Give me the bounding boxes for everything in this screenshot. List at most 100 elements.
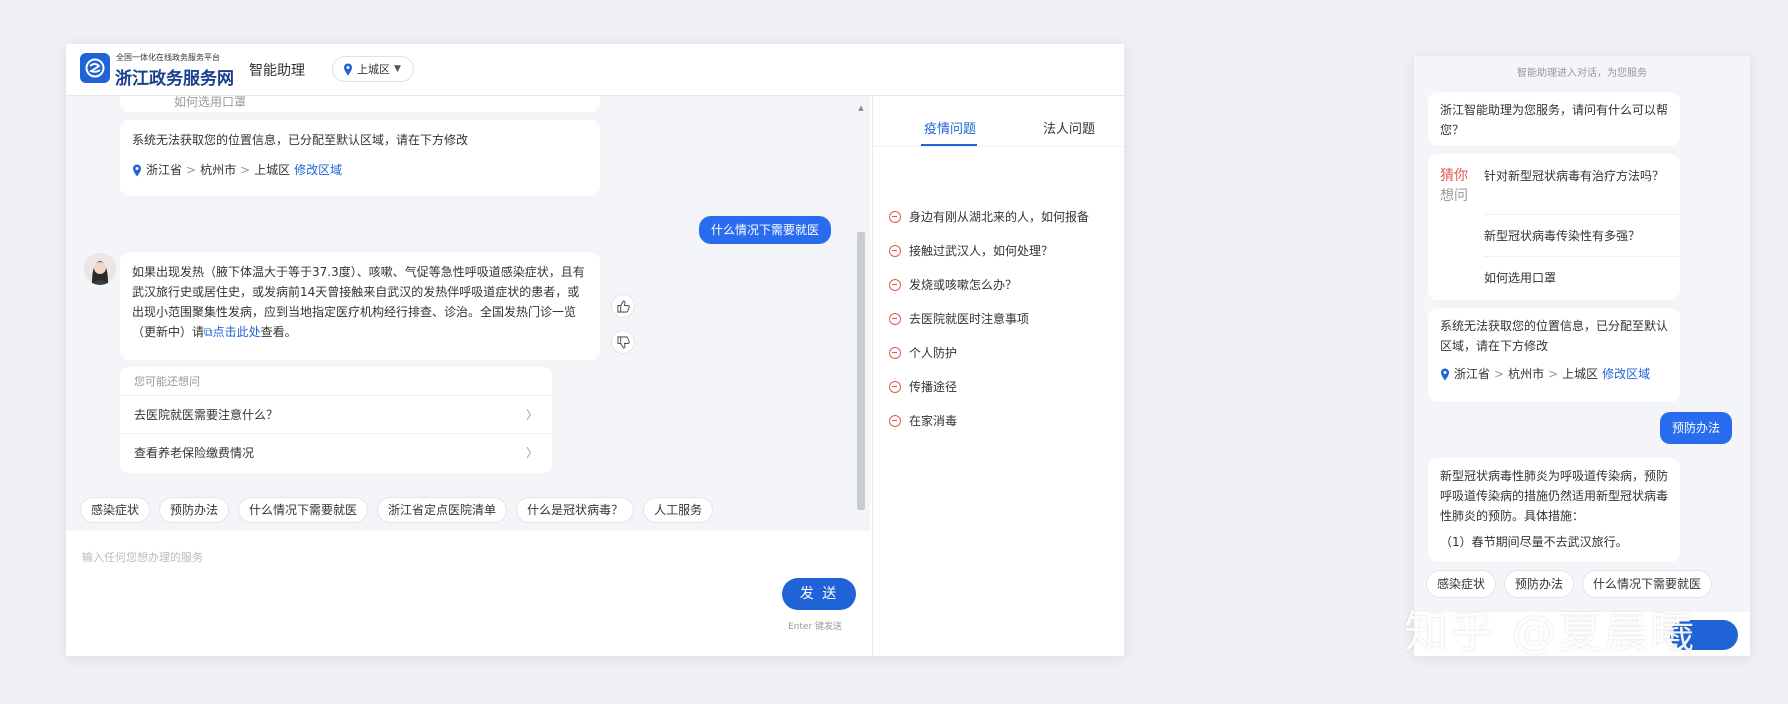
site-header: 全国一体化在线政务服务平台 浙江政务服务网 智能助理 上城区 ▼ — [66, 44, 1124, 96]
faq-label: 发烧或咳嗽怎么办？ — [909, 278, 1018, 292]
quick-chips: 感染症状 预防办法 什么情况下需要就医 浙江省定点医院清单 什么是冠状病毒？ 人… — [80, 497, 714, 523]
sep: > — [186, 163, 197, 177]
province: 浙江省 — [1454, 367, 1491, 381]
location-pin-icon — [133, 164, 141, 176]
chip-when-to-see-doctor[interactable]: 什么情况下需要就医 — [1582, 570, 1713, 598]
input-area[interactable]: 输入任何您想办理的服务 发 送 Enter 键发送 — [66, 531, 870, 656]
modify-region-link[interactable]: 修改区域 — [1602, 364, 1650, 384]
chip-what-is-coronavirus[interactable]: 什么是冠状病毒？ — [516, 497, 635, 523]
chip-infection-symptoms[interactable]: 感染症状 — [1426, 570, 1497, 598]
chip-when-to-see-doctor[interactable]: 什么情况下需要就医 — [238, 497, 369, 523]
city: 杭州市 — [200, 163, 237, 177]
location-path: 浙江省 > 杭州市 > 上城区 修改区域 — [132, 160, 588, 180]
desktop-window: 全国一体化在线政务服务平台 浙江政务服务网 智能助理 上城区 ▼ 如何选用口罩 … — [66, 44, 1125, 656]
faq-bullet-icon — [889, 210, 901, 223]
tab-legal-person[interactable]: 法人问题 — [1043, 118, 1095, 137]
assistant-avatar — [84, 253, 116, 285]
guess-label: 猜你 想问 — [1440, 166, 1474, 206]
faq-bullet-icon — [889, 346, 901, 359]
faq-item[interactable]: 个人防护 — [889, 344, 957, 361]
scroll-up-arrow-icon[interactable]: ▲ — [856, 104, 866, 112]
location-pin-icon — [1441, 368, 1449, 380]
mobile-greeting: 浙江智能助理为您服务，请问有什么可以帮您？ — [1428, 92, 1680, 146]
external-link-icon: ⧉ — [204, 325, 213, 339]
suggestion-label: 去医院就医需要注意什么？ — [134, 408, 279, 422]
divider — [1484, 256, 1680, 257]
faq-item[interactable]: 传播途径 — [889, 378, 957, 395]
greeting-text: 浙江智能助理为您服务，请问有什么可以帮您？ — [1440, 103, 1669, 137]
faq-label: 个人防护 — [909, 346, 958, 360]
location-text: 系统无法获取您的位置信息，已分配至默认区域，请在下方修改 — [132, 133, 469, 147]
modify-region-link[interactable]: 修改区域 — [294, 160, 342, 180]
enter-hint: Enter 键发送 — [788, 622, 843, 632]
sep: > — [240, 163, 251, 177]
chevron-right-icon: 〉 — [525, 446, 538, 460]
guess-questions-card: 猜你 想问 针对新型冠状病毒有治疗方法吗？ 新型冠状病毒传染性有多强？ 如何选用… — [1428, 154, 1680, 300]
district: 上城区 — [254, 163, 291, 177]
answer-text: 如果出现发热（腋下体温大于等于37.3度）、咳嗽、气促等急性呼吸道感染症状，且有… — [132, 265, 585, 339]
faq-item[interactable]: 去医院就医时注意事项 — [889, 310, 1029, 327]
tab-divider — [873, 146, 1125, 147]
location-message: 系统无法获取您的位置信息，已分配至默认区域，请在下方修改 浙江省 > 杭州市 >… — [120, 120, 600, 196]
faq-bullet-icon — [889, 278, 901, 291]
answer-item: （1）春节期间尽量不去武汉旅行。 — [1440, 535, 1628, 549]
chat-area: 如何选用口罩 系统无法获取您的位置信息，已分配至默认区域，请在下方修改 浙江省 … — [66, 96, 870, 531]
chip-infection-symptoms[interactable]: 感染症状 — [80, 497, 151, 523]
location-pin-icon — [344, 63, 352, 75]
faq-item[interactable]: 在家消毒 — [889, 412, 957, 429]
message-input-placeholder[interactable]: 输入任何您想办理的服务 — [82, 549, 203, 565]
caret-down-icon: ▼ — [394, 64, 401, 74]
site-logo-icon[interactable] — [80, 53, 110, 83]
faq-panel: 疫情问题 法人问题 身边有刚从湖北来的人，如何报备 接触过武汉人，如何处理？ 发… — [872, 96, 1125, 656]
suggestion-card: 您可能还想问 去医院就医需要注意什么？ 〉 查看养老保险缴费情况 〉 — [120, 367, 552, 473]
faq-item[interactable]: 接触过武汉人，如何处理？ — [889, 242, 1053, 259]
mobile-location-message: 系统无法获取您的位置信息，已分配至默认区域，请在下方修改 浙江省 > 杭州市 >… — [1428, 308, 1680, 402]
district: 上城区 — [1562, 367, 1599, 381]
guess-label-line2: 想问 — [1440, 188, 1468, 204]
chip-prevention[interactable]: 预防办法 — [159, 497, 230, 523]
faq-bullet-icon — [889, 244, 901, 257]
chip-human-service[interactable]: 人工服务 — [643, 497, 714, 523]
watermark: 知乎 @夏晨曦 — [1404, 607, 1696, 658]
chevron-right-icon: 〉 — [525, 408, 538, 422]
send-button[interactable]: 发 送 — [782, 578, 856, 610]
faq-label: 身边有刚从湖北来的人，如何报备 — [909, 210, 1090, 224]
province: 浙江省 — [146, 163, 183, 177]
answer-tail: 查看。 — [260, 325, 297, 339]
chip-prevention[interactable]: 预防办法 — [1504, 570, 1575, 598]
sep: > — [1548, 367, 1559, 381]
guess-question[interactable]: 如何选用口罩 — [1484, 268, 1670, 288]
thumbs-up-icon[interactable] — [611, 294, 635, 318]
bot-answer: 如果出现发热（腋下体温大于等于37.3度）、咳嗽、气促等急性呼吸道感染症状，且有… — [120, 252, 600, 360]
faq-item[interactable]: 发烧或咳嗽怎么办？ — [889, 276, 1017, 293]
city: 杭州市 — [1508, 367, 1545, 381]
guess-question[interactable]: 新型冠状病毒传染性有多强？ — [1484, 226, 1670, 246]
suggestion-item[interactable]: 去医院就医需要注意什么？ 〉 — [120, 395, 552, 433]
thumbs-down-icon[interactable] — [611, 330, 635, 354]
site-subtitle: 全国一体化在线政务服务平台 — [116, 53, 220, 62]
faq-bullet-icon — [889, 312, 901, 325]
tab-epidemic[interactable]: 疫情问题 — [924, 118, 976, 137]
mobile-window: 智能助理进入对话，为您服务 浙江智能助理为您服务，请问有什么可以帮您？ 猜你 想… — [1414, 56, 1750, 656]
faq-label: 传播途径 — [909, 380, 958, 394]
mobile-user-message: 预防办法 — [1660, 412, 1733, 444]
faq-item[interactable]: 身边有刚从湖北来的人，如何报备 — [889, 208, 1089, 225]
region-label: 上城区 — [357, 63, 390, 76]
answer-text: 新型冠状病毒性肺炎为呼吸道传染病，预防呼吸道传染病的措施仍然适用新型冠状病毒性肺… — [1440, 469, 1669, 523]
guess-question[interactable]: 针对新型冠状病毒有治疗方法吗？ — [1484, 166, 1670, 186]
bot-message: 如何选用口罩 — [120, 96, 600, 112]
suggestion-title: 您可能还想问 — [134, 375, 200, 388]
chat-scrollbar[interactable]: ▲ — [856, 104, 866, 524]
location-text: 系统无法获取您的位置信息，已分配至默认区域，请在下方修改 — [1440, 319, 1669, 353]
faq-label: 在家消毒 — [909, 414, 958, 428]
click-here-link[interactable]: 点击此处 — [213, 325, 261, 339]
suggestion-item[interactable]: 查看养老保险缴费情况 〉 — [120, 433, 552, 471]
chip-hospital-list[interactable]: 浙江省定点医院清单 — [377, 497, 508, 523]
mobile-bot-answer: 新型冠状病毒性肺炎为呼吸道传染病，预防呼吸道传染病的措施仍然适用新型冠状病毒性肺… — [1428, 458, 1680, 562]
location-path: 浙江省 > 杭州市 > 上城区 修改区域 — [1440, 364, 1668, 384]
faq-bullet-icon — [889, 380, 901, 393]
region-selector[interactable]: 上城区 ▼ — [332, 56, 414, 82]
site-title[interactable]: 浙江政务服务网 — [115, 64, 234, 89]
mobile-quick-chips: 感染症状 预防办法 什么情况下需要就医 — [1426, 570, 1713, 598]
scroll-thumb[interactable] — [857, 232, 865, 510]
